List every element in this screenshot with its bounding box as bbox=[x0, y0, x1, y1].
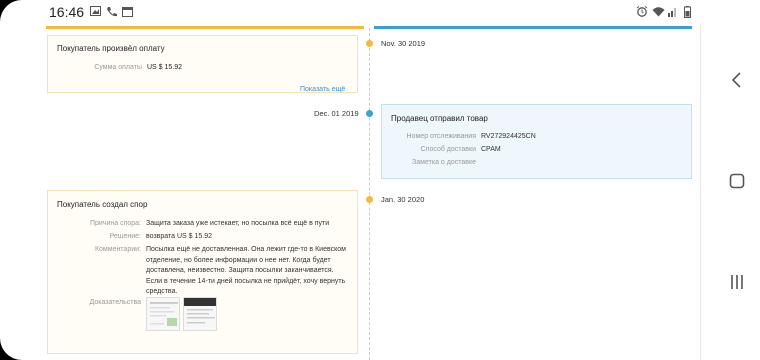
dispute-comments-value: Посылка ещё не доставленная. Она лежит г… bbox=[146, 246, 346, 295]
call-icon bbox=[107, 7, 117, 17]
shipping-method-label: Способ доставки bbox=[420, 146, 476, 153]
status-bar: 16:46 bbox=[0, 0, 712, 24]
dispute-solution-value: возврата US $ 15.92 bbox=[146, 233, 213, 240]
recents-icon bbox=[731, 275, 743, 289]
dispute-reason-label: Причина спора: bbox=[89, 220, 141, 227]
timeline-dot-dispute bbox=[366, 196, 373, 203]
home-button[interactable] bbox=[726, 170, 748, 192]
seller-column-bar bbox=[374, 26, 692, 29]
app-screen: 16:46 Nov. 30 2019 Покупатель произвёл о… bbox=[0, 0, 712, 360]
event-date-dispute: Jan. 30 2020 bbox=[381, 195, 425, 204]
timeline-axis bbox=[369, 28, 370, 360]
system-nav-bar bbox=[712, 0, 760, 360]
signal-icon bbox=[668, 8, 676, 17]
event-date-payment: Nov. 30 2019 bbox=[381, 39, 426, 48]
evidence-thumbnail-1[interactable] bbox=[146, 297, 180, 331]
buyer-column-bar bbox=[46, 26, 364, 29]
back-chevron-icon bbox=[731, 72, 741, 88]
order-timeline: Nov. 30 2019 Покупатель произвёл оплату … bbox=[30, 24, 701, 360]
dispute-solution-label: Решение: bbox=[109, 233, 141, 240]
back-button[interactable] bbox=[726, 69, 748, 91]
home-square-icon bbox=[729, 173, 745, 189]
dispute-comments-label: Комментарии: bbox=[94, 246, 141, 253]
payment-amount-value: US $ 15.92 bbox=[147, 64, 183, 71]
timeline-dot-shipped bbox=[366, 110, 373, 117]
dispute-reason-value: Защита заказа уже истекает, но посылка в… bbox=[146, 220, 330, 227]
recents-button[interactable] bbox=[726, 271, 748, 293]
gallery-icon bbox=[90, 6, 101, 16]
shipping-method-value: CPAM bbox=[481, 146, 501, 153]
show-more-link[interactable]: Показать ещё bbox=[300, 86, 345, 93]
evidence-label: Доказательства bbox=[89, 299, 141, 306]
shipping-note-label: Заметка о доставке bbox=[412, 159, 476, 166]
content-border bbox=[700, 24, 701, 360]
wifi-icon bbox=[652, 7, 665, 17]
event-date-shipped: Dec. 01 2019 bbox=[314, 109, 359, 118]
calendar-icon bbox=[122, 7, 133, 17]
clock: 16:46 bbox=[49, 4, 85, 20]
shipped-card: Продавец отправил товар Номер отслеживан… bbox=[381, 104, 692, 179]
evidence-image-1 bbox=[150, 302, 178, 326]
payment-card: Покупатель произвёл оплату Сумма оплаты … bbox=[47, 35, 358, 93]
shipped-title: Продавец отправил товар bbox=[391, 114, 488, 123]
battery-icon bbox=[684, 6, 691, 18]
alarm-icon bbox=[636, 6, 648, 17]
evidence-image-2 bbox=[184, 298, 216, 324]
payment-amount-label: Сумма оплаты bbox=[94, 64, 142, 71]
dispute-card: Покупатель создал спор Причина спора: За… bbox=[47, 190, 358, 354]
timeline-dot-payment bbox=[366, 40, 373, 47]
dispute-title: Покупатель создал спор bbox=[57, 200, 148, 209]
tracking-label: Номер отслеживания bbox=[406, 133, 476, 140]
evidence-thumbnail-2[interactable] bbox=[183, 297, 217, 331]
tracking-value: RV272924425CN bbox=[481, 133, 536, 140]
payment-title: Покупатель произвёл оплату bbox=[57, 44, 165, 53]
